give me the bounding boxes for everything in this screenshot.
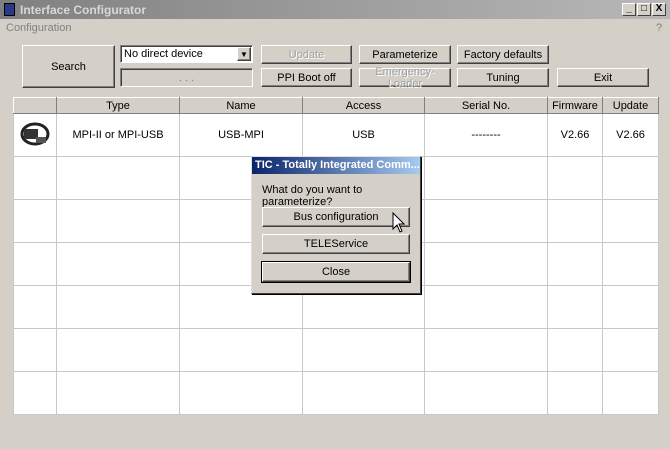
menu-configuration[interactable]: Configuration <box>6 22 71 34</box>
col-name[interactable]: Name <box>179 97 303 114</box>
menu-help[interactable]: ? <box>656 22 662 34</box>
col-firmware[interactable]: Firmware <box>547 97 603 114</box>
cable-icon <box>13 113 57 157</box>
ppi-boot-off-button[interactable]: PPI Boot off <box>261 68 352 87</box>
emergency-loader-button[interactable]: Emergency-Loader <box>359 66 451 90</box>
table-row-empty <box>13 328 659 372</box>
col-type[interactable]: Type <box>56 97 180 114</box>
factory-defaults-button[interactable]: Factory defaults <box>457 45 549 64</box>
window-title: Interface Configurator <box>20 3 147 17</box>
maximize-button[interactable]: □ <box>637 3 651 16</box>
cell-type: MPI-II or MPI-USB <box>56 113 180 157</box>
device-select-value: No direct device <box>124 48 203 60</box>
close-button[interactable]: X <box>652 3 666 16</box>
tuning-button[interactable]: Tuning <box>457 68 549 87</box>
teleservice-button[interactable]: TELEService <box>262 234 410 254</box>
bus-configuration-button[interactable]: Bus configuration <box>262 207 410 227</box>
col-update[interactable]: Update <box>602 97 659 114</box>
address-field[interactable]: . . . <box>120 68 253 87</box>
cell-serial: -------- <box>424 113 548 157</box>
device-select[interactable]: No direct device ▼ <box>120 45 253 63</box>
table-row-empty <box>13 371 659 415</box>
app-icon <box>4 3 15 16</box>
search-button[interactable]: Search <box>22 45 115 88</box>
update-button[interactable]: Update <box>261 45 352 64</box>
cell-update: V2.66 <box>602 113 659 157</box>
parameterize-button[interactable]: Parameterize <box>359 45 451 64</box>
table-row[interactable]: MPI-II or MPI-USB USB-MPI USB -------- V… <box>13 113 659 157</box>
col-icon[interactable] <box>13 97 57 114</box>
minimize-button[interactable]: _ <box>622 3 636 16</box>
chevron-down-icon[interactable]: ▼ <box>237 47 251 61</box>
dialog-close-button[interactable]: Close <box>261 261 411 283</box>
exit-button[interactable]: Exit <box>557 68 649 87</box>
dialog-question: What do you want to parameterize? <box>262 184 363 208</box>
col-access[interactable]: Access <box>302 97 425 114</box>
dialog-title: TIC - Totally Integrated Comm... <box>252 157 420 174</box>
cell-access: USB <box>302 113 425 157</box>
cell-name: USB-MPI <box>179 113 303 157</box>
cell-firmware: V2.66 <box>547 113 603 157</box>
col-serial[interactable]: Serial No. <box>424 97 548 114</box>
title-bar: Interface Configurator _ □ X <box>0 0 670 19</box>
table-header: Type Name Access Serial No. Firmware Upd… <box>13 97 659 114</box>
mouse-cursor-icon <box>392 212 406 233</box>
